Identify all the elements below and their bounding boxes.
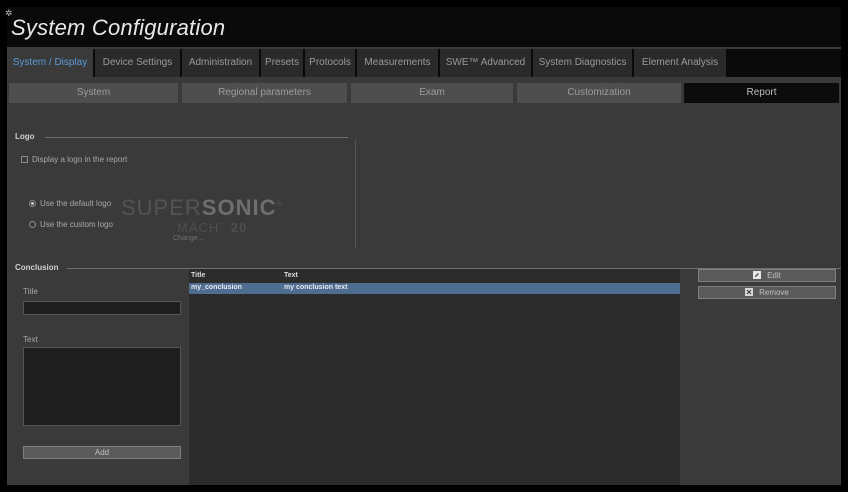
table-row[interactable]: my_conclusion my conclusion text [189,283,680,294]
conclusion-title-label: Title [23,287,38,296]
tab-system-diagnostics[interactable]: System Diagnostics [533,49,632,77]
row-title-cell: my_conclusion [191,284,242,291]
tab-presets[interactable]: Presets [261,49,303,77]
logo-brand-mark: ® [276,199,284,209]
logo-section-divider [45,137,348,138]
conclusion-table: Title Text my_conclusion my conclusion t… [189,269,680,485]
custom-logo-label: Use the custom logo [40,220,113,229]
display-logo-checkbox[interactable] [21,156,28,163]
logo-brand-bold: SONIC [201,195,277,220]
tab-system-display[interactable]: System / Display [7,49,93,77]
tab-element-analysis[interactable]: Element Analysis [634,49,726,77]
subtab-regional-parameters[interactable]: Regional parameters [182,83,347,103]
remove-icon [745,288,754,296]
default-logo-option[interactable]: Use the default logo [29,199,111,208]
supersonic-logo: SUPERSONIC® [121,195,283,221]
tab-swe-advanced[interactable]: SWE™ Advanced [440,49,531,77]
logo-product-tm: ™ [219,222,227,229]
custom-logo-radio[interactable] [29,221,36,228]
remove-button-label: Remove [759,288,789,297]
tab-administration[interactable]: Administration [182,49,259,77]
change-logo-link[interactable]: Change... [173,235,203,242]
title-bar: ✲ System Configuration [5,7,841,47]
main-tabs: System / Display Device Settings Adminis… [7,49,841,77]
edit-icon [753,271,762,279]
tab-device-settings[interactable]: Device Settings [95,49,180,77]
table-header: Title Text [189,269,680,282]
subtab-system[interactable]: System [9,83,178,103]
column-header-title[interactable]: Title [191,272,205,279]
subtab-report[interactable]: Report [684,83,839,103]
window-title: System Configuration [11,15,226,40]
subtab-exam[interactable]: Exam [351,83,513,103]
logo-product-num: 20 [230,220,248,235]
mach20-logo: MACH™ 20 [177,220,247,235]
logo-section-label: Logo [15,132,35,141]
tab-measurements[interactable]: Measurements [357,49,438,77]
conclusion-text-area[interactable] [23,347,181,426]
conclusion-section-label: Conclusion [15,263,59,272]
default-logo-radio[interactable] [29,200,36,207]
sub-tabs: System Regional parameters Exam Customiz… [7,79,841,107]
conclusion-title-input[interactable] [23,301,181,315]
logo-section-vertical-divider [355,140,356,248]
column-header-text[interactable]: Text [284,272,298,279]
row-text-cell: my conclusion text [284,284,348,291]
add-conclusion-button[interactable]: Add [23,446,181,459]
edit-button[interactable]: Edit [698,269,836,282]
display-logo-option[interactable]: Display a logo in the report [21,155,127,164]
app-window: ✲ System Configuration System / Display … [5,7,841,485]
tab-protocols[interactable]: Protocols [305,49,355,77]
remove-button[interactable]: Remove [698,286,836,299]
default-logo-label: Use the default logo [40,199,112,208]
logo-product-light: MACH [177,220,220,235]
display-logo-label: Display a logo in the report [32,155,128,164]
edit-button-label: Edit [767,271,781,280]
conclusion-text-label: Text [23,335,38,344]
subtab-customization[interactable]: Customization [517,83,681,103]
logo-brand-light: SUPER [121,195,202,220]
custom-logo-option[interactable]: Use the custom logo [29,220,113,229]
